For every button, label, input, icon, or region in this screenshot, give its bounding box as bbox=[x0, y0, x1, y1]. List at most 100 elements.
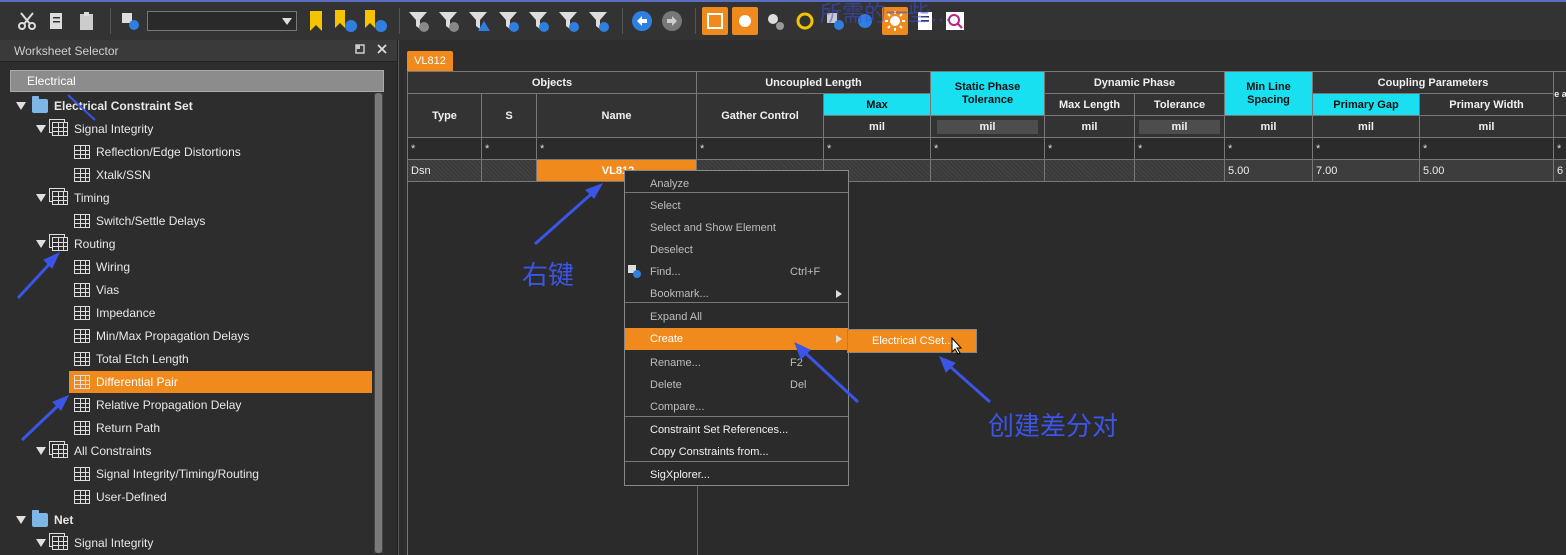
tree-item-signal-integrity-timing-routing[interactable]: Signal Integrity/Timing/Routing bbox=[74, 463, 259, 485]
column-header-name[interactable]: Name bbox=[537, 94, 697, 138]
filter-icon[interactable] bbox=[526, 7, 552, 35]
tree-item-differential-pair[interactable]: Differential Pair bbox=[69, 371, 372, 393]
expand-triangle-icon[interactable] bbox=[36, 447, 46, 455]
find-object-icon[interactable] bbox=[117, 7, 143, 35]
menu-item-sigxplorer[interactable]: SigXplorer... bbox=[625, 464, 848, 486]
expand-triangle-icon[interactable] bbox=[36, 125, 46, 133]
filter-static-phase[interactable]: * bbox=[931, 138, 1045, 160]
tree-item-electrical-constraint-set[interactable]: Electrical Constraint Set bbox=[16, 95, 193, 117]
tree-item-switch-settle-delays[interactable]: Switch/Settle Delays bbox=[74, 210, 205, 232]
tree-item-vias[interactable]: Vias bbox=[74, 279, 119, 301]
filter-s[interactable]: * bbox=[482, 138, 537, 160]
tree-item-signal-integrity[interactable]: Signal Integrity bbox=[36, 532, 153, 554]
cut-icon[interactable] bbox=[14, 7, 40, 35]
menu-item-rename[interactable]: Rename... F2 bbox=[625, 352, 848, 374]
expand-icon[interactable] bbox=[702, 7, 728, 35]
filter-primary-gap[interactable]: * bbox=[1313, 138, 1420, 160]
column-header-max-length[interactable]: Max Length bbox=[1045, 94, 1135, 116]
tree-scrollbar[interactable] bbox=[374, 93, 383, 553]
expand-triangle-icon[interactable] bbox=[16, 102, 26, 110]
row-type[interactable]: Dsn bbox=[408, 160, 482, 182]
filter-icon[interactable] bbox=[496, 7, 522, 35]
tree-item-impedance[interactable]: Impedance bbox=[74, 302, 155, 324]
menu-item-deselect[interactable]: Deselect bbox=[625, 239, 848, 261]
column-header-type[interactable]: Type bbox=[408, 94, 482, 138]
menu-item-create[interactable]: Create bbox=[625, 328, 848, 350]
tree-item-signal-integrity[interactable]: Signal Integrity bbox=[36, 118, 153, 140]
tree-item-user-defined[interactable]: User-Defined bbox=[74, 486, 167, 508]
bookmark-next-icon[interactable] bbox=[333, 7, 359, 35]
filter-max-length[interactable]: * bbox=[1045, 138, 1135, 160]
scrollbar-thumb[interactable] bbox=[375, 93, 382, 553]
row-tolerance[interactable] bbox=[1135, 160, 1225, 182]
bookmark-prev-icon[interactable] bbox=[363, 7, 389, 35]
menu-item-compare[interactable]: Compare... bbox=[625, 396, 848, 418]
filter-icon[interactable] bbox=[556, 7, 582, 35]
category-selector[interactable]: Electrical bbox=[10, 70, 384, 92]
menu-item-copy-constraints-from[interactable]: Copy Constraints from... bbox=[625, 441, 848, 463]
highlight-icon[interactable] bbox=[792, 7, 818, 35]
tree-item-reflection-edge-distortions[interactable]: Reflection/Edge Distortions bbox=[74, 141, 241, 163]
expand-triangle-icon[interactable] bbox=[36, 194, 46, 202]
expand-triangle-icon[interactable] bbox=[36, 539, 46, 547]
object-search-combo[interactable] bbox=[147, 11, 297, 31]
tree-item-total-etch-length[interactable]: Total Etch Length bbox=[74, 348, 189, 370]
tree-item-routing[interactable]: Routing bbox=[36, 233, 115, 255]
row-primary-width[interactable]: 5.00 bbox=[1420, 160, 1554, 182]
redo-icon[interactable] bbox=[659, 7, 685, 35]
header-min-line-spacing[interactable]: Min Line Spacing bbox=[1225, 72, 1313, 116]
tree-item-relative-propagation-delay[interactable]: Relative Propagation Delay bbox=[74, 394, 241, 416]
tree-item-wiring[interactable]: Wiring bbox=[74, 256, 130, 278]
row-min-line-spacing[interactable]: 5.00 bbox=[1225, 160, 1313, 182]
paste-icon[interactable] bbox=[74, 7, 100, 35]
tools-icon[interactable] bbox=[762, 7, 788, 35]
menu-item-delete[interactable]: Delete Del bbox=[625, 374, 848, 396]
filter-warning-icon[interactable] bbox=[466, 7, 492, 35]
analyze-icon[interactable] bbox=[732, 7, 758, 35]
close-icon[interactable] bbox=[377, 43, 387, 57]
menu-item-select[interactable]: Select bbox=[625, 195, 848, 217]
filter-type[interactable]: * bbox=[408, 138, 482, 160]
filter-gather-control[interactable]: * bbox=[697, 138, 824, 160]
menu-item-expand-all[interactable]: Expand All bbox=[625, 306, 848, 328]
pin-icon[interactable] bbox=[355, 43, 365, 57]
row-primary-gap[interactable]: 7.00 bbox=[1313, 160, 1420, 182]
row-s[interactable] bbox=[482, 160, 537, 182]
expand-triangle-icon[interactable] bbox=[36, 240, 46, 248]
row-static-phase[interactable] bbox=[931, 160, 1045, 182]
filter-icon[interactable] bbox=[436, 7, 462, 35]
menu-item-analyze[interactable]: Analyze bbox=[625, 173, 848, 195]
column-header-max[interactable]: Max bbox=[824, 94, 931, 116]
menu-item-find[interactable]: Find... Ctrl+F bbox=[625, 261, 848, 283]
tree-item-xtalk-ssn[interactable]: Xtalk/SSN bbox=[74, 164, 151, 186]
column-header-primary-width[interactable]: Primary Width bbox=[1420, 94, 1554, 116]
filter-max[interactable]: * bbox=[824, 138, 931, 160]
filter-tolerance[interactable]: * bbox=[1135, 138, 1225, 160]
bookmark-icon[interactable] bbox=[303, 7, 329, 35]
tree-item-net[interactable]: Net bbox=[16, 509, 73, 531]
menu-item-constraint-set-references[interactable]: Constraint Set References... bbox=[625, 419, 848, 441]
menu-item-select-and-show-element[interactable]: Select and Show Element bbox=[625, 217, 848, 239]
tree-item-min-max-propagation-delays[interactable]: Min/Max Propagation Delays bbox=[74, 325, 249, 347]
filter-min-line-spacing[interactable]: * bbox=[1225, 138, 1313, 160]
column-header-primary-gap[interactable]: Primary Gap bbox=[1313, 94, 1420, 116]
copy-icon[interactable] bbox=[44, 7, 70, 35]
column-header-gather-control[interactable]: Gather Control bbox=[697, 94, 824, 138]
filter-cut[interactable]: * bbox=[1554, 138, 1566, 160]
chevron-down-icon[interactable] bbox=[282, 18, 292, 25]
filter-name[interactable]: * bbox=[537, 138, 697, 160]
filter-icon[interactable] bbox=[406, 7, 432, 35]
header-static-phase-tolerance[interactable]: Static Phase Tolerance bbox=[931, 72, 1045, 116]
tree-item-timing[interactable]: Timing bbox=[36, 187, 110, 209]
filter-primary-width[interactable]: * bbox=[1420, 138, 1554, 160]
row-cut[interactable]: 6 bbox=[1554, 160, 1566, 182]
tree-item-all-constraints[interactable]: All Constraints bbox=[36, 440, 151, 462]
menu-item-bookmark[interactable]: Bookmark... bbox=[625, 283, 848, 305]
tree-item-return-path[interactable]: Return Path bbox=[74, 417, 160, 439]
tab-vl812[interactable]: VL812 bbox=[407, 51, 453, 71]
filter-icon[interactable] bbox=[586, 7, 612, 35]
column-header-s[interactable]: S bbox=[482, 94, 537, 138]
undo-icon[interactable] bbox=[629, 7, 655, 35]
column-header-tolerance[interactable]: Tolerance bbox=[1135, 94, 1225, 116]
expand-triangle-icon[interactable] bbox=[16, 516, 26, 524]
